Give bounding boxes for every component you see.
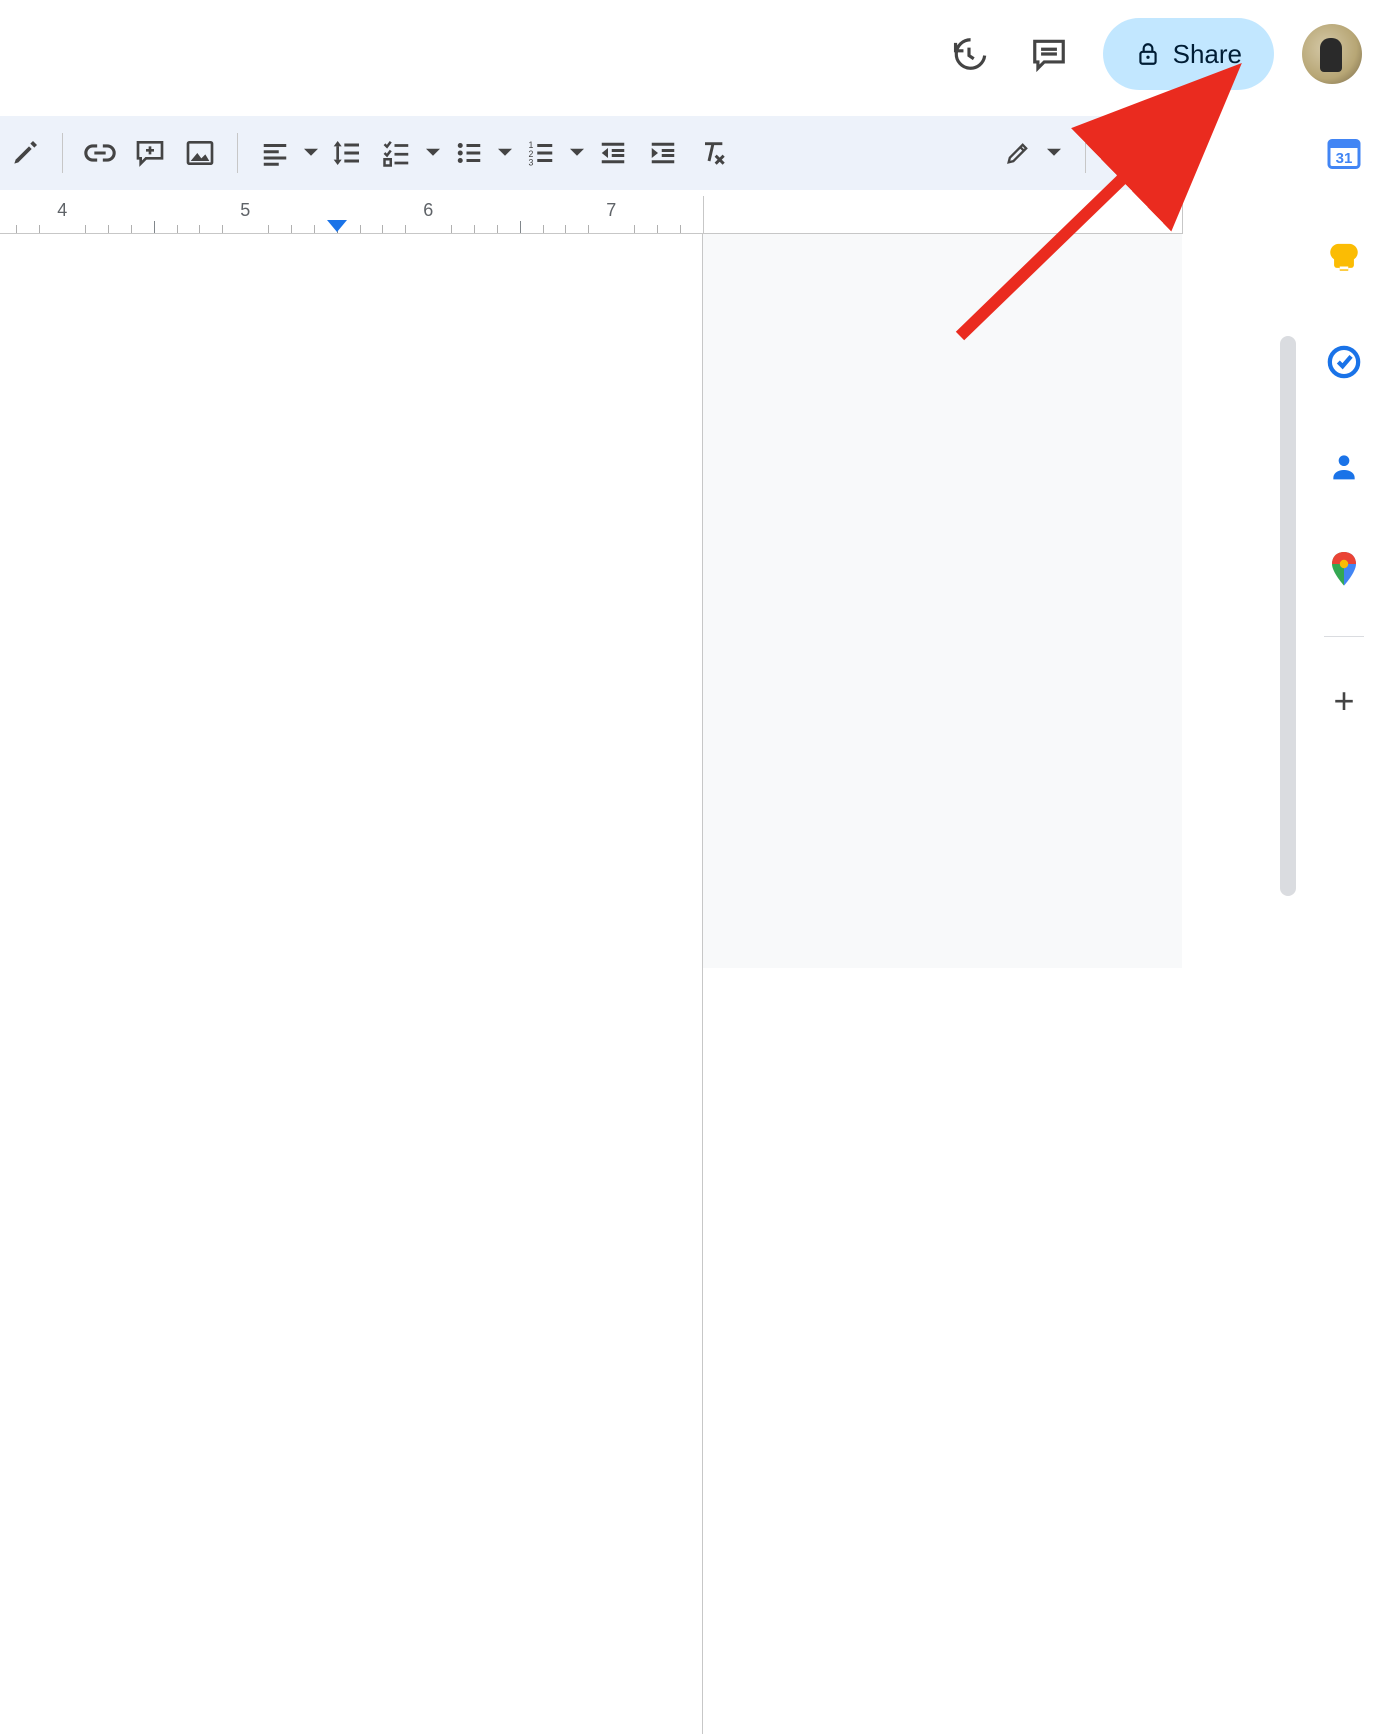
bulleted-list-dropdown[interactable]: [444, 128, 516, 178]
version-history-button[interactable]: [943, 28, 995, 80]
clear-formatting-icon: [697, 137, 729, 169]
increase-indent-button[interactable]: [638, 128, 688, 178]
page[interactable]: [0, 234, 703, 1734]
app-header: Share: [0, 0, 1384, 108]
calendar-app-button[interactable]: 31: [1324, 134, 1364, 174]
contacts-app-button[interactable]: [1324, 446, 1364, 486]
caret-down-icon: [426, 146, 440, 160]
account-avatar[interactable]: [1302, 24, 1362, 84]
share-label: Share: [1173, 39, 1242, 70]
decrease-indent-icon: [598, 138, 628, 168]
side-panel: 31 +: [1304, 120, 1384, 968]
decrease-indent-button[interactable]: [588, 128, 638, 178]
checklist-icon: [382, 138, 412, 168]
highlight-color-button[interactable]: [0, 128, 50, 178]
keep-icon: [1327, 241, 1361, 275]
right-indent-marker[interactable]: [327, 220, 347, 232]
horizontal-ruler[interactable]: 4 5 6 7: [0, 196, 1182, 234]
get-addons-button[interactable]: +: [1333, 683, 1354, 719]
vertical-scrollbar-thumb[interactable]: [1280, 336, 1296, 896]
share-button[interactable]: Share: [1103, 18, 1274, 90]
add-comment-icon: [134, 137, 166, 169]
chevron-up-icon: [1118, 140, 1144, 166]
caret-down-icon: [498, 146, 512, 160]
svg-text:31: 31: [1336, 150, 1353, 167]
line-spacing-button[interactable]: [322, 128, 372, 178]
numbered-list-dropdown[interactable]: 123: [516, 128, 588, 178]
svg-text:3: 3: [529, 158, 534, 168]
ruler-number: 6: [423, 200, 433, 221]
pencil-icon: [1004, 139, 1032, 167]
comment-icon: [1030, 35, 1068, 73]
hide-menus-button[interactable]: [1106, 128, 1156, 178]
maps-icon: [1329, 552, 1359, 588]
add-comment-button[interactable]: [125, 128, 175, 178]
align-dropdown[interactable]: [250, 128, 322, 178]
line-spacing-icon: [331, 137, 363, 169]
link-icon: [83, 136, 117, 170]
contacts-icon: [1328, 450, 1360, 482]
maps-app-button[interactable]: [1324, 550, 1364, 590]
clear-formatting-button[interactable]: [688, 128, 738, 178]
keep-app-button[interactable]: [1324, 238, 1364, 278]
align-left-icon: [260, 138, 290, 168]
ruler-number: 5: [240, 200, 250, 221]
image-icon: [184, 137, 216, 169]
tasks-app-button[interactable]: [1324, 342, 1364, 382]
highlighter-icon: [9, 137, 41, 169]
tasks-icon: [1327, 345, 1361, 379]
insert-image-button[interactable]: [175, 128, 225, 178]
checklist-dropdown[interactable]: [372, 128, 444, 178]
editing-mode-dropdown[interactable]: [993, 128, 1065, 178]
document-canvas: [0, 234, 1182, 968]
format-toolbar: 123: [0, 116, 1184, 190]
open-comments-button[interactable]: [1023, 28, 1075, 80]
insert-link-button[interactable]: [75, 128, 125, 178]
increase-indent-icon: [648, 138, 678, 168]
caret-down-icon: [304, 146, 318, 160]
ruler-number: 7: [606, 200, 616, 221]
side-panel-divider: [1324, 636, 1364, 637]
ruler-number: 4: [57, 200, 67, 221]
caret-down-icon: [1047, 146, 1061, 160]
history-icon: [950, 35, 988, 73]
numbered-list-icon: 123: [526, 138, 556, 168]
bulleted-list-icon: [454, 138, 484, 168]
calendar-icon: 31: [1326, 136, 1362, 172]
lock-icon: [1135, 41, 1161, 67]
caret-down-icon: [570, 146, 584, 160]
